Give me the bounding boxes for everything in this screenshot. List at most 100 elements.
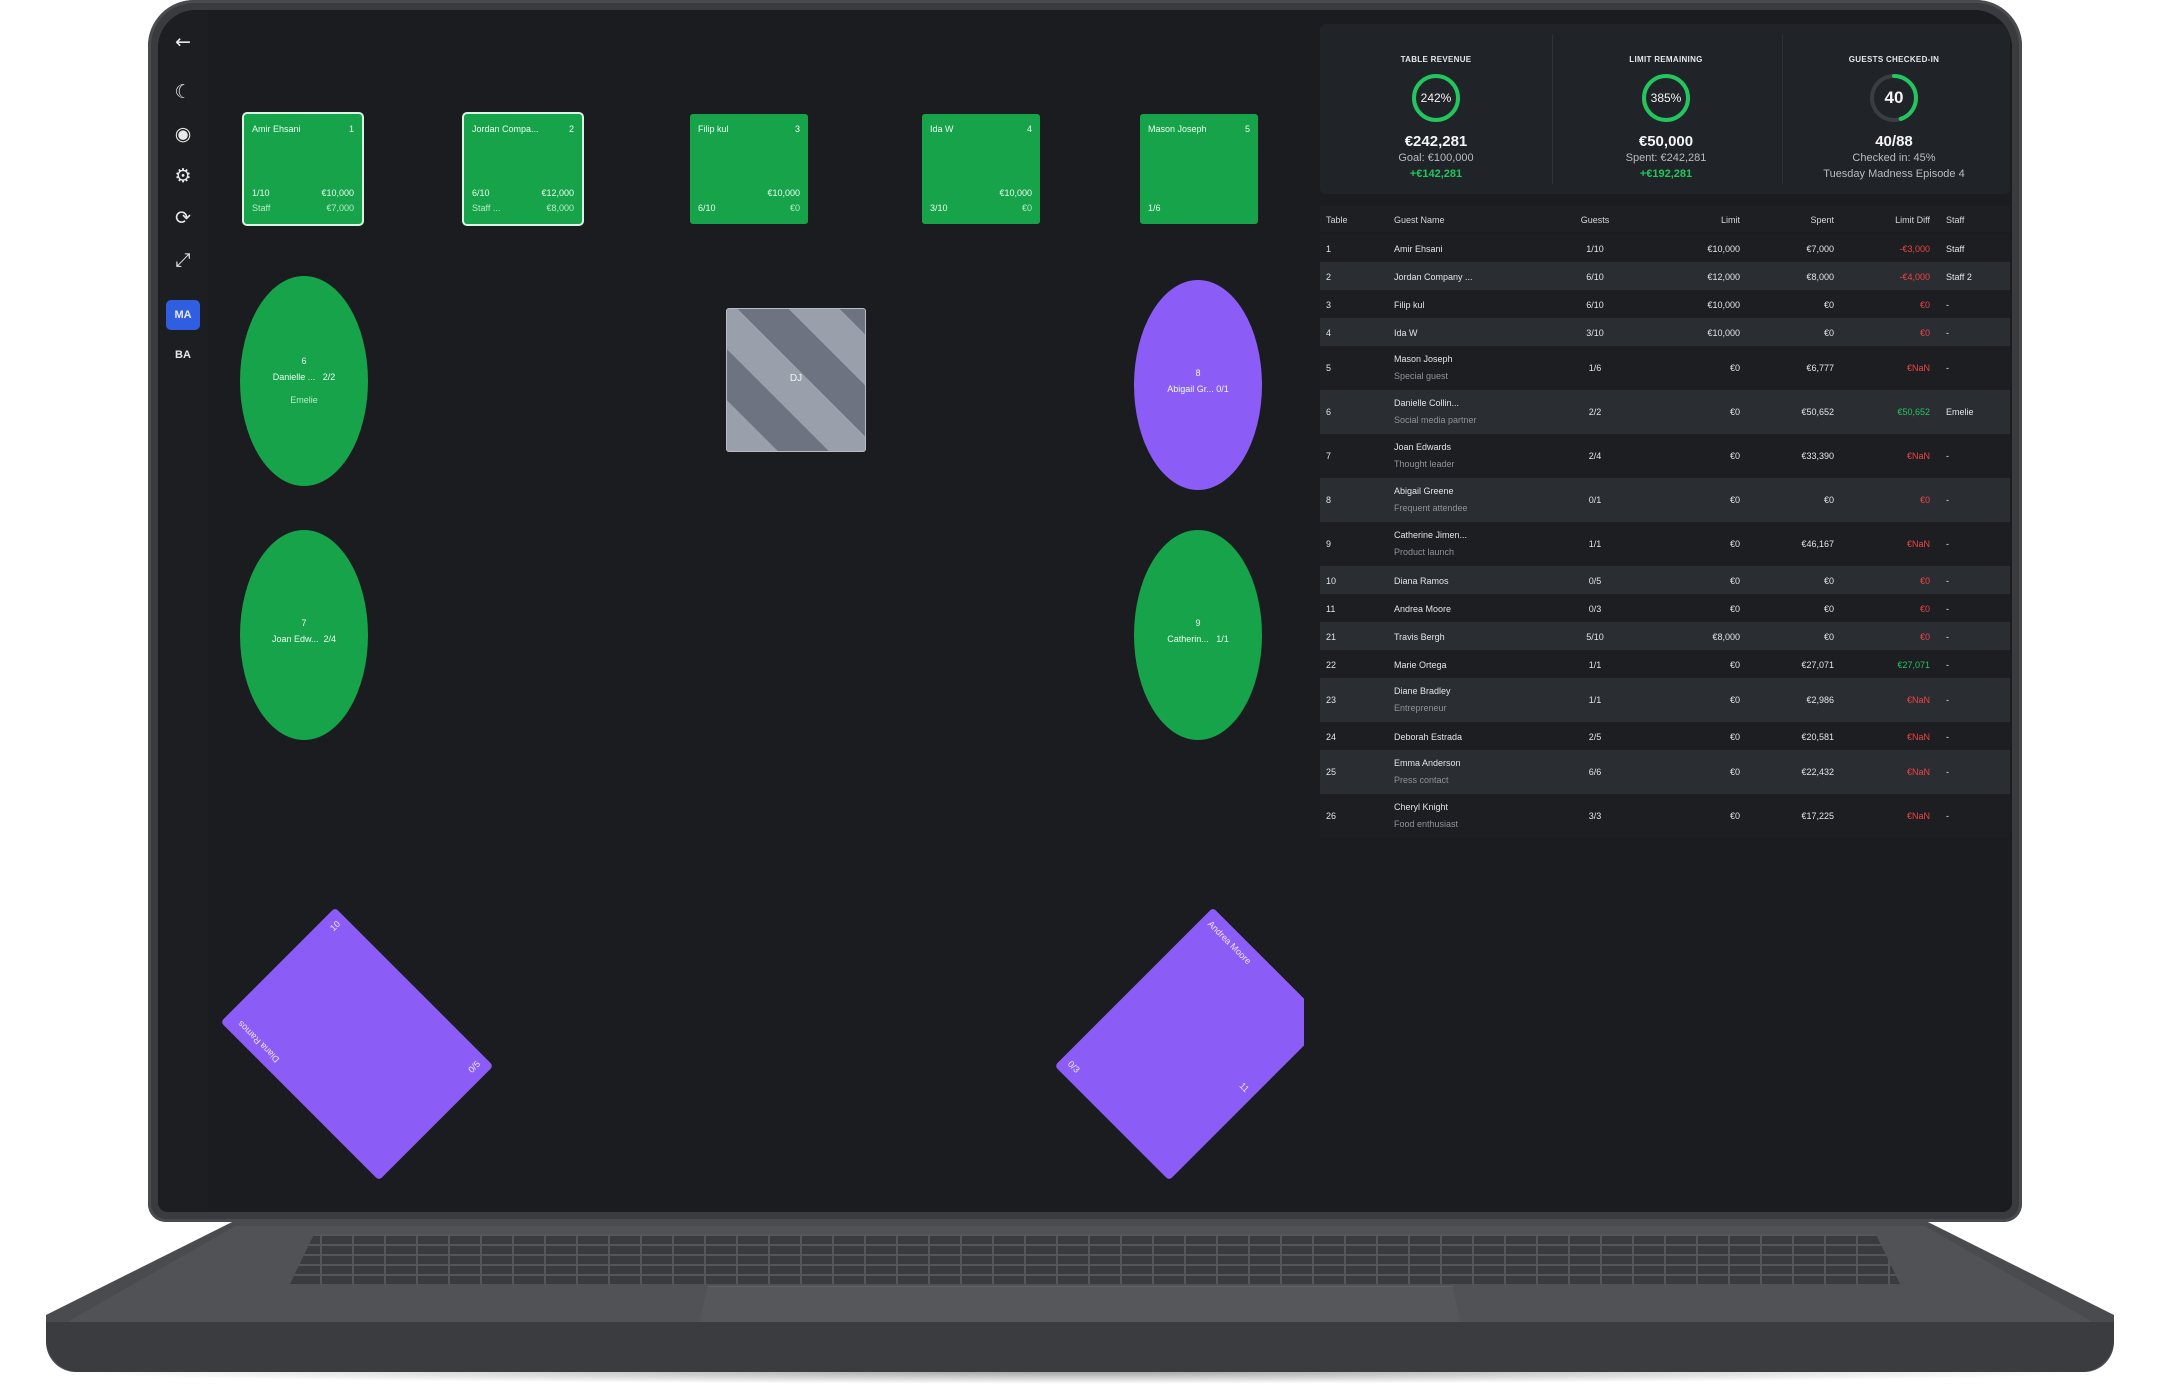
table-staff: Staff ... <box>472 203 501 213</box>
refresh-icon[interactable]: ⟳ <box>171 206 195 230</box>
table-row[interactable]: 25 Emma Anderson 6/6 €0 €22,432 €NaN - Press co… <box>1320 750 2010 794</box>
table-number: 7 <box>301 618 307 628</box>
settings-gear-icon[interactable]: ⚙ <box>171 164 195 188</box>
table-row[interactable]: 21 Travis Bergh 5/10 €8,000 €0 €0- <box>1320 622 2010 650</box>
table-row[interactable]: 24 Deborah Estrada 2/5 €0 €20,581 €NaN - <box>1320 722 2010 750</box>
dark-mode-moon-icon[interactable]: ☾ <box>171 80 195 104</box>
eye-icon[interactable]: ◉ <box>171 122 195 146</box>
row-limit-diff: €50,652 <box>1897 407 1930 417</box>
table-number: 8 <box>1195 368 1201 378</box>
row-guest-name: Diane Bradley <box>1394 686 1451 696</box>
stat-guests-checked-in: GUESTS CHECKED-IN 40 40/88 Checked in: 4… <box>1784 24 2004 194</box>
row-staff: - <box>1946 539 1949 549</box>
row-spent: €2,986 <box>1806 695 1834 705</box>
ring-text: 385% <box>1650 91 1682 105</box>
table-row[interactable]: 11 Andrea Moore 0/3 €0 €0 €0- <box>1320 594 2010 622</box>
table-row[interactable]: 23 Diane Bradley 1/1 €0 €2,986 €NaN - Entrepren… <box>1320 678 2010 722</box>
table-1[interactable]: Amir Ehsani 1 1/10 €10,000 Staff €7,000 <box>244 114 362 224</box>
table-number: 2 <box>568 124 574 134</box>
row-guest-name: Ida W <box>1394 328 1418 338</box>
row-spent: €0 <box>1823 576 1834 586</box>
header-limit-diff[interactable]: Limit Diff <box>1830 215 1930 225</box>
table-row[interactable]: 22 Marie Ortega 1/1 €0 €27,071 €27,071- <box>1320 650 2010 678</box>
table-row[interactable]: 9 Catherine Jimen... 1/1 €0 €46,167 €NaN - Prod… <box>1320 522 2010 566</box>
header-spent[interactable]: Spent <box>1720 215 1834 225</box>
row-spent: €46,167 <box>1801 539 1834 549</box>
row-table-number: 9 <box>1326 539 1332 549</box>
table-row[interactable]: 2 Jordan Company ... 6/10 €12,000 €8,000 -€4,… <box>1320 262 2010 290</box>
table-10[interactable]: Diana Ramos 10 0/5 <box>220 907 494 1181</box>
area-ma-button[interactable]: MA <box>166 300 200 330</box>
table-5[interactable]: Mason Joseph 5 1/6 <box>1140 114 1258 224</box>
table-row[interactable]: 6 Danielle Collin... 2/2 €0 €50,652 €50,652 Em… <box>1320 390 2010 434</box>
row-table-number: 25 <box>1326 767 1337 777</box>
table-6[interactable]: 6 Danielle ... 2/2 Emelie <box>240 276 368 486</box>
table-7[interactable]: 7 Joan Edw... 2/4 <box>240 530 368 740</box>
fullscreen-icon[interactable]: ⤢ <box>171 248 195 272</box>
table-limit: €10,000 <box>321 188 354 198</box>
row-spent: €0 <box>1823 632 1834 642</box>
row-spent: €0 <box>1823 604 1834 614</box>
back-arrow-icon[interactable]: ← <box>171 30 195 54</box>
row-spent: €7,000 <box>1806 244 1834 254</box>
divider <box>1782 34 1783 184</box>
row-limit-diff: €NaN <box>1906 695 1930 705</box>
table-8[interactable]: 8 Abigail Gr... 0/1 <box>1134 280 1262 490</box>
table-row[interactable]: 10 Diana Ramos 0/5 €0 €0 €0- <box>1320 566 2010 594</box>
row-staff: Staff 2 <box>1946 272 1972 282</box>
header-table[interactable]: Table <box>1326 215 1366 225</box>
area-ba-button[interactable]: BA <box>166 340 200 370</box>
table-guest-count: 3/10 <box>930 203 948 213</box>
table-number: 3 <box>794 124 800 134</box>
table-row[interactable]: 7 Joan Edwards 2/4 €0 €33,390 €NaN - Thought le… <box>1320 434 2010 478</box>
row-table-number: 2 <box>1326 272 1332 282</box>
table-guest-count: 6/10 <box>472 188 490 198</box>
table-2[interactable]: Jordan Compa... 2 6/10 €12,000 Staff ...… <box>464 114 582 224</box>
row-limit-diff: €NaN <box>1906 363 1930 373</box>
row-table-number: 3 <box>1326 300 1332 310</box>
table-row[interactable]: 5 Mason Joseph 1/6 €0 €6,777 €NaN - Special gue… <box>1320 346 2010 390</box>
row-spent: €8,000 <box>1806 272 1834 282</box>
row-guest-note: Press contact <box>1394 775 1449 785</box>
table-number: 4 <box>1026 124 1032 134</box>
table-limit: €12,000 <box>541 188 574 198</box>
table-row[interactable]: 1 Amir Ehsani 1/10 €10,000 €7,000 -€3,000 Staf… <box>1320 234 2010 262</box>
row-guest-name: Diana Ramos <box>1394 576 1449 586</box>
table-row[interactable]: 3 Filip kul 6/10 €10,000 €0 €0- <box>1320 290 2010 318</box>
table-staff: Emelie <box>290 395 318 405</box>
table-guest-count: 0/3 <box>1065 1058 1082 1075</box>
table-9[interactable]: 9 Catherin... 1/1 <box>1134 530 1262 740</box>
header-staff[interactable]: Staff <box>1946 215 2006 225</box>
row-staff: - <box>1946 604 1949 614</box>
stat-label: GUESTS CHECKED-IN <box>1848 55 1940 64</box>
row-guest-name: Jordan Company ... <box>1394 272 1473 282</box>
table-header-row: Table Guest Name Guests Limit Spent Limi… <box>1320 206 2010 232</box>
table-4[interactable]: Ida W 4 3/10 €10,000 €0 <box>922 114 1040 224</box>
divider <box>1552 34 1553 184</box>
header-guest-name[interactable]: Guest Name <box>1394 215 1554 225</box>
row-guest-name: Amir Ehsani <box>1394 244 1443 254</box>
laptop-mockup: ← ☾ ◉ ⚙ ⟳ ⤢ MA BA Amir Ehsani 1 1/10 €10… <box>0 0 2160 1392</box>
laptop-base-lip <box>46 1322 2114 1372</box>
table-row[interactable]: 4 Ida W 3/10 €10,000 €0 €0- <box>1320 318 2010 346</box>
dj-booth[interactable]: DJ <box>726 308 866 452</box>
row-staff: - <box>1946 363 1949 373</box>
table-11[interactable]: Andrea Moore 11 0/3 <box>1054 907 1328 1181</box>
table-name: Mason Joseph <box>1148 124 1207 134</box>
table-label: Danielle ... 2/2 <box>240 372 368 382</box>
table-guest-name: Abigail Gr... <box>1167 384 1214 394</box>
row-staff: - <box>1946 632 1949 642</box>
row-limit-diff: €27,071 <box>1897 660 1930 670</box>
table-3[interactable]: Filip kul 3 6/10 €10,000 €0 <box>690 114 808 224</box>
row-guest-note: Social media partner <box>1394 415 1477 425</box>
stat-label: LIMIT REMAINING <box>1629 55 1703 64</box>
ring-text: 40 <box>1884 88 1904 107</box>
row-table-number: 4 <box>1326 328 1332 338</box>
stat-note: +€192,281 <box>1639 168 1693 180</box>
table-spent: €0 <box>789 203 800 213</box>
row-staff: Staff <box>1946 244 1965 254</box>
row-guest-name: Filip kul <box>1394 300 1425 310</box>
table-row[interactable]: 26 Cheryl Knight 3/3 €0 €17,225 €NaN - Food ent… <box>1320 794 2010 838</box>
table-row[interactable]: 8 Abigail Greene 0/1 €0 €0 €0- Frequent attend… <box>1320 478 2010 522</box>
laptop-keyboard <box>290 1234 1900 1284</box>
